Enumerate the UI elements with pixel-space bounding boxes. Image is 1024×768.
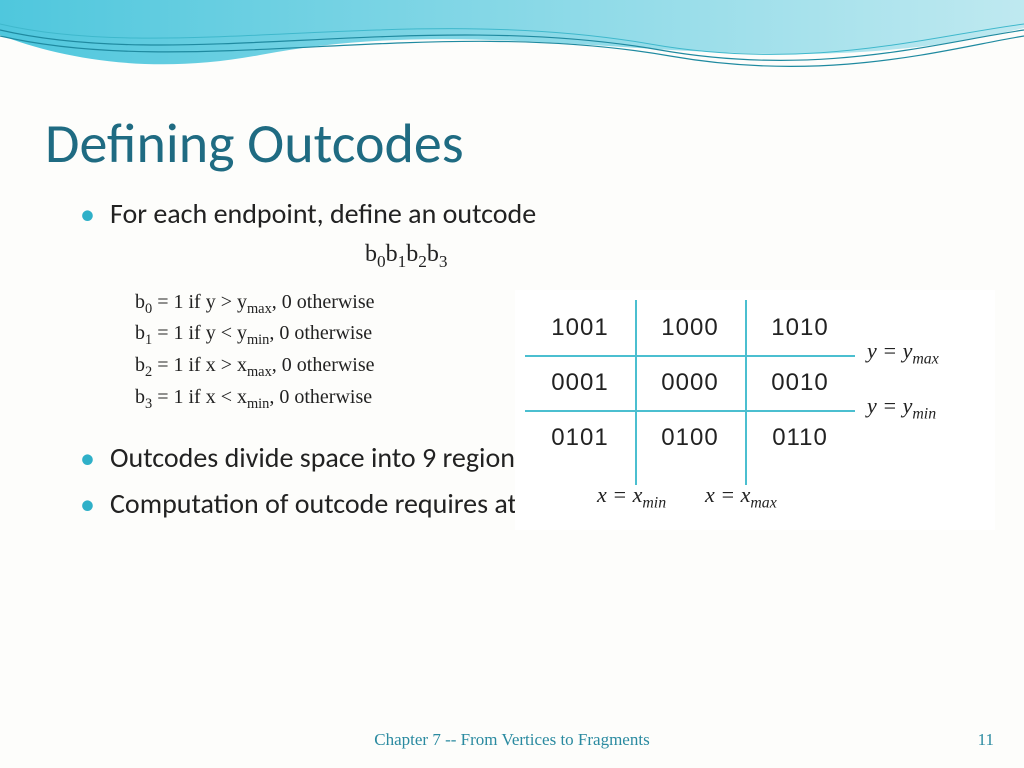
grid-cell: 0000 [635,355,745,410]
label-ymin: y = ymin [867,393,936,423]
grid-cell: 0010 [745,355,855,410]
bullet-item-1: For each endpoint, define an outcode [80,195,984,233]
slide-title: Defining Outcodes [45,110,464,178]
grid-cell: 0101 [525,410,635,465]
label-ymax: y = ymax [867,338,939,368]
grid-cell: 1001 [525,300,635,355]
label-xmax: x = xmax [705,482,777,512]
footer-page-number: 11 [978,730,994,750]
label-xmin: x = xmin [597,482,666,512]
outcode-region-diagram: 1001 1000 1010 0001 0000 0010 0101 0100 … [515,290,995,530]
footer-chapter: Chapter 7 -- From Vertices to Fragments [0,730,1024,750]
grid-cell: 0100 [635,410,745,465]
grid-cell: 0001 [525,355,635,410]
grid-cell: 1000 [635,300,745,355]
header-wave-decoration [0,0,1024,120]
bit-formula: b0b1b2b3 [365,241,984,272]
grid-cell: 0110 [745,410,855,465]
grid-cell: 1010 [745,300,855,355]
